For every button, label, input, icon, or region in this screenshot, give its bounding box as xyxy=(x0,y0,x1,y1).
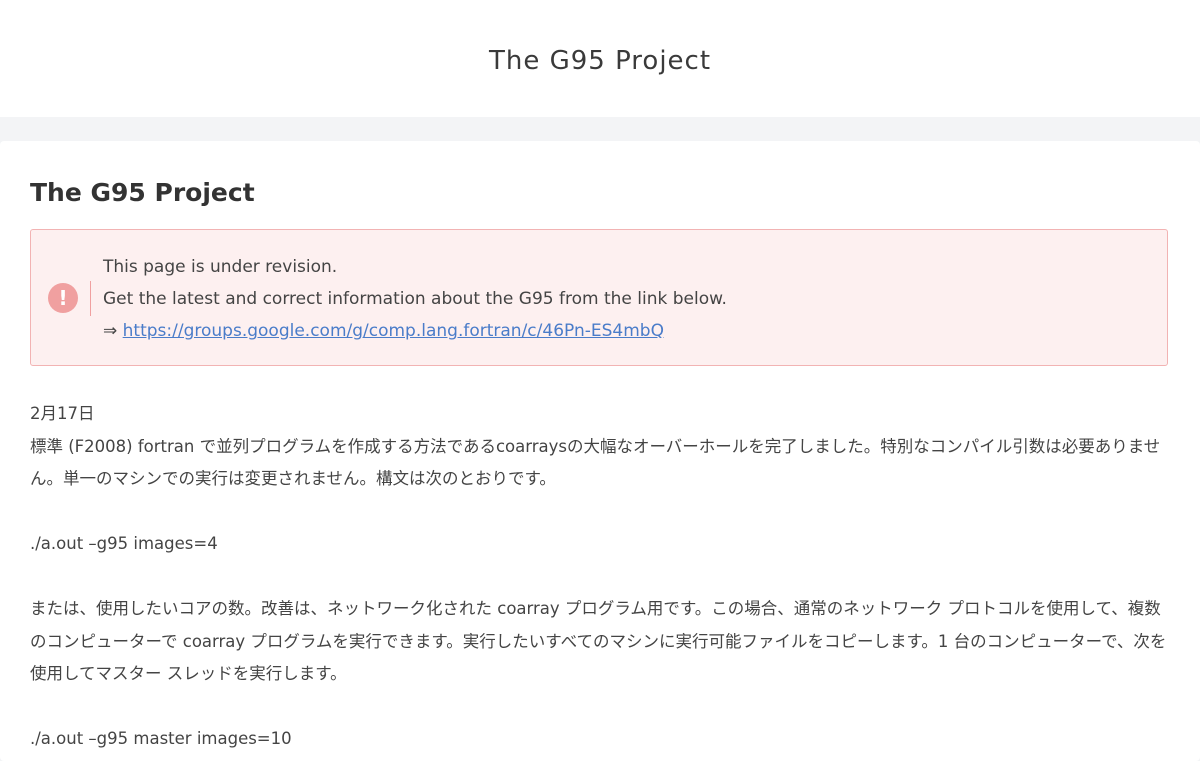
exclamation-icon: ! xyxy=(48,283,78,313)
command-images: ./a.out –g95 images=4 xyxy=(30,534,218,553)
article-title: The G95 Project xyxy=(30,178,255,207)
revision-notice: ! This page is under revision. Get the l… xyxy=(30,229,1168,366)
notice-line-1: This page is under revision. xyxy=(103,257,338,277)
article-body: 2月17日 標準 (F2008) fortran で並列プログラムを作成する方法… xyxy=(30,398,1175,756)
post-date: 2月17日 xyxy=(30,404,95,423)
notice-divider xyxy=(90,281,91,316)
notice-line-2: Get the latest and correct information a… xyxy=(103,289,727,309)
notice-text: This page is under revision. Get the lat… xyxy=(103,251,727,347)
google-groups-link[interactable]: https://groups.google.com/g/comp.lang.fo… xyxy=(123,321,664,341)
site-title[interactable]: The G95 Project xyxy=(489,42,711,76)
site-header: The G95 Project xyxy=(0,0,1200,117)
command-master: ./a.out –g95 master images=10 xyxy=(30,729,292,748)
paragraph-coarrays: 標準 (F2008) fortran で並列プログラムを作成する方法であるcoa… xyxy=(30,436,1161,489)
notice-link-line: ⇒ https://groups.google.com/g/comp.lang.… xyxy=(103,315,727,347)
content-card: The G95 Project ! This page is under rev… xyxy=(0,141,1200,761)
paragraph-network: または、使用したいコアの数。改善は、ネットワーク化された coarray プログ… xyxy=(30,599,1167,683)
arrow-glyph: ⇒ xyxy=(103,321,118,341)
